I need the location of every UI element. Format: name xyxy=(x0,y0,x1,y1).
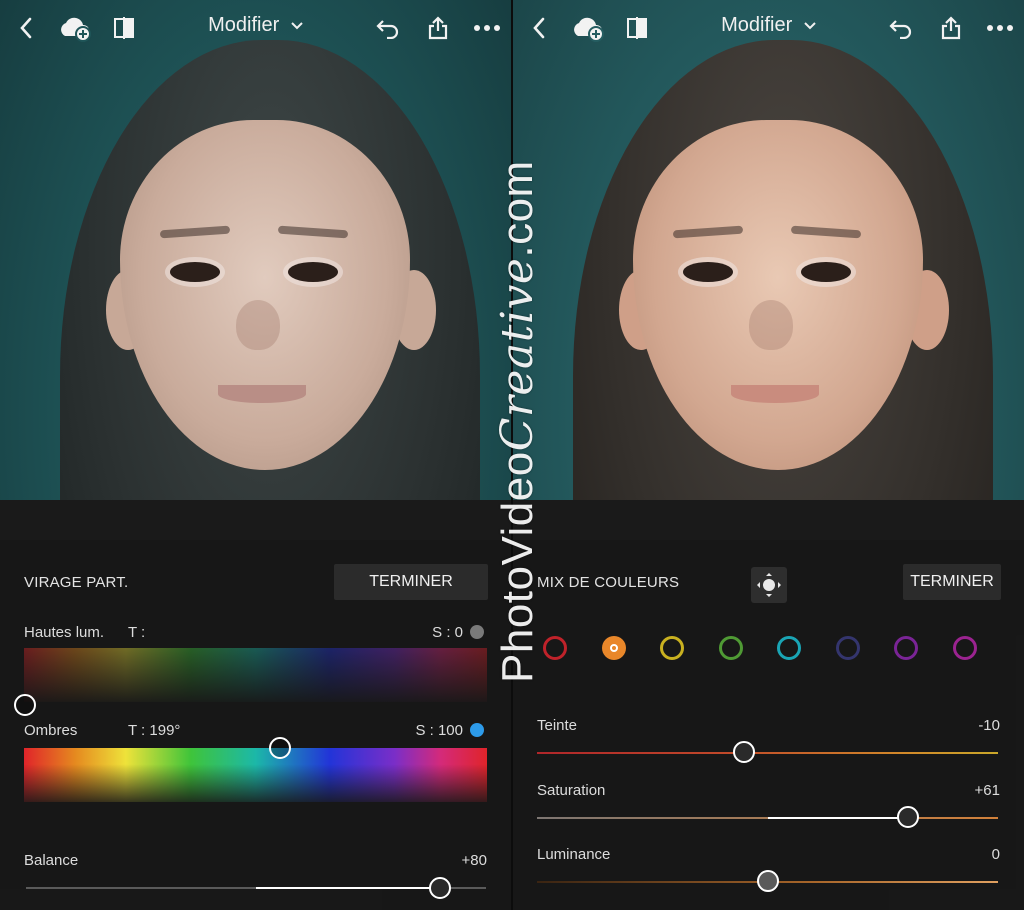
color-swatch-purple[interactable] xyxy=(894,636,918,660)
saturation-slider-handle[interactable] xyxy=(897,806,920,828)
hue-value: -10 xyxy=(978,717,1000,734)
highlights-color-picker[interactable] xyxy=(24,648,487,702)
edit-mode-label: Modifier xyxy=(721,14,793,36)
highlights-picker-handle[interactable] xyxy=(14,694,36,716)
undo-icon xyxy=(376,20,399,39)
right-screen: Modifier MIX DE COULEURS TERMINER Teinte… xyxy=(513,0,1024,910)
color-swatch-aqua[interactable] xyxy=(777,636,801,660)
luminance-slider-handle[interactable] xyxy=(756,870,779,892)
share-button[interactable] xyxy=(937,10,965,46)
shadows-label: Ombres xyxy=(24,722,78,739)
color-swatch-blue[interactable] xyxy=(835,636,860,660)
share-button[interactable] xyxy=(424,10,452,46)
share-icon xyxy=(428,16,448,40)
more-icon xyxy=(474,25,500,31)
color-swatch-green[interactable] xyxy=(718,636,743,660)
targeted-adjustment-button[interactable] xyxy=(751,567,787,603)
highlights-hue-value: T : xyxy=(128,624,146,641)
shadows-color-picker[interactable] xyxy=(24,748,487,802)
chevron-down-icon xyxy=(804,22,816,30)
color-swatch-orange[interactable] xyxy=(601,636,626,660)
color-swatch-magenta[interactable] xyxy=(952,636,977,660)
left-screen: Modifier VIRAGE PART. TERMINER Hautes lu… xyxy=(0,0,511,910)
undo-button[interactable] xyxy=(372,10,404,46)
watermark-text: PhotoVideoCreative.com xyxy=(492,160,543,683)
hue-slider-track[interactable] xyxy=(537,752,998,754)
more-button[interactable] xyxy=(985,10,1015,46)
balance-slider-fill xyxy=(256,887,440,889)
target-move-icon xyxy=(757,573,781,597)
shadows-color-dot xyxy=(470,723,484,737)
balance-label: Balance xyxy=(24,852,79,869)
luminance-value: 0 xyxy=(991,846,1000,863)
shadows-picker-handle[interactable] xyxy=(268,737,291,759)
undo-icon xyxy=(889,20,912,39)
highlights-saturation-value: S : 0 xyxy=(432,624,463,641)
highlights-label: Hautes lum. xyxy=(24,624,105,641)
highlights-color-dot xyxy=(470,625,484,639)
color-mix-panel: MIX DE COULEURS TERMINER Teinte -10 Satu… xyxy=(513,540,1024,910)
color-swatch-yellow[interactable] xyxy=(660,636,684,660)
undo-button[interactable] xyxy=(885,10,917,46)
saturation-value: +61 xyxy=(974,782,1000,799)
top-bar: Modifier xyxy=(513,0,1024,56)
shadows-saturation-value: S : 100 xyxy=(415,722,463,739)
more-icon xyxy=(987,25,1013,31)
hue-label: Teinte xyxy=(537,717,578,734)
shadows-hue-value: T : 199° xyxy=(128,722,181,739)
saturation-label: Saturation xyxy=(537,782,606,799)
split-toning-panel: VIRAGE PART. TERMINER Hautes lum. T : S … xyxy=(0,540,511,910)
share-icon xyxy=(941,16,961,40)
panel-title: MIX DE COULEURS xyxy=(537,574,680,591)
chevron-down-icon xyxy=(291,22,303,30)
balance-value: +80 xyxy=(461,852,487,869)
hue-slider-handle[interactable] xyxy=(733,741,756,763)
luminance-label: Luminance xyxy=(537,846,611,863)
panel-title: VIRAGE PART. xyxy=(24,574,129,591)
more-button[interactable] xyxy=(472,10,502,46)
balance-slider-handle[interactable] xyxy=(429,877,451,899)
color-swatch-red[interactable] xyxy=(543,636,567,660)
saturation-slider-fill xyxy=(767,817,909,819)
edit-mode-label: Modifier xyxy=(208,14,280,36)
top-bar: Modifier xyxy=(0,0,511,56)
done-button[interactable]: TERMINER xyxy=(903,564,1001,600)
done-button[interactable]: TERMINER xyxy=(334,564,488,600)
